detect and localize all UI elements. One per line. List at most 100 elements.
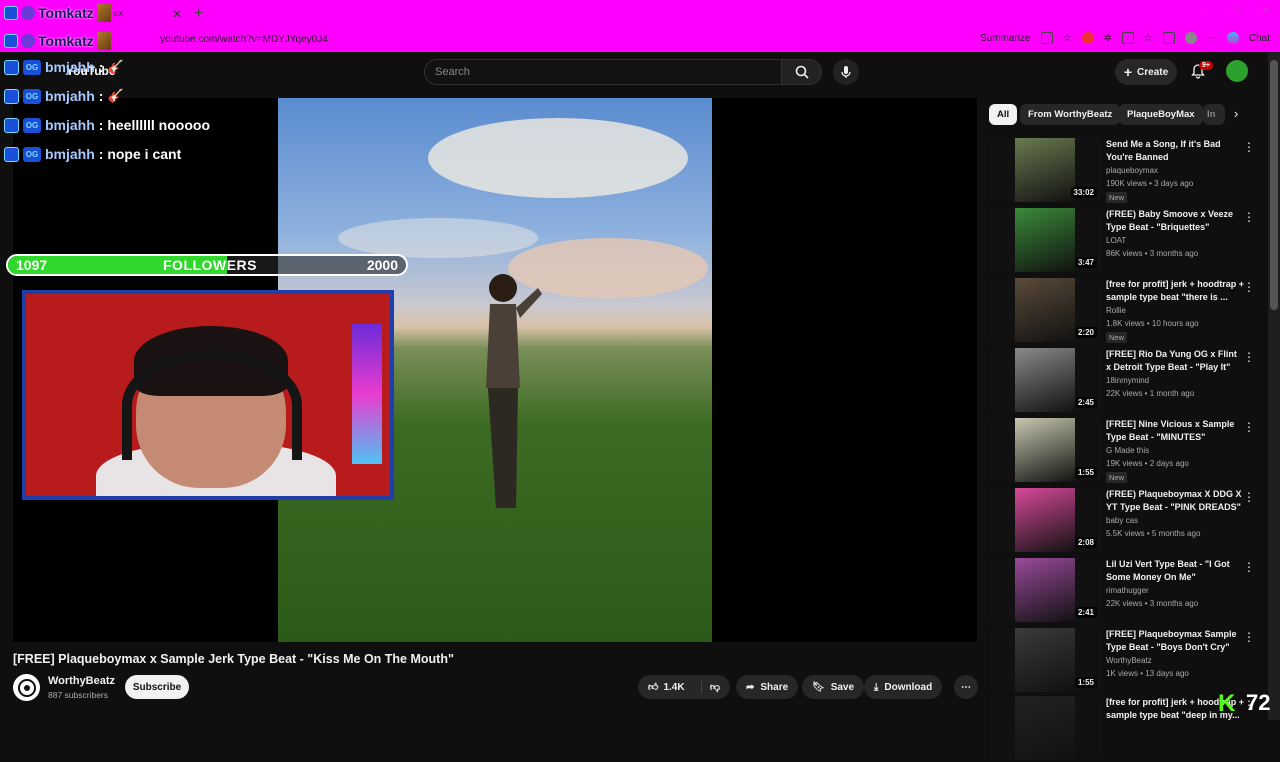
channel-avatar[interactable]	[13, 674, 40, 701]
download-label: Download	[884, 681, 933, 693]
video-thumbnail[interactable]	[989, 696, 1101, 760]
recommendation-title[interactable]: [FREE] Nine Vicious x Sample Type Beat -…	[1106, 418, 1244, 444]
recommendation-channel[interactable]: rimathugger	[1106, 586, 1149, 595]
chat-message: OG bmjahh: 🎸	[4, 88, 124, 104]
star-icon[interactable]: ☆	[1063, 33, 1072, 44]
recommendation-title[interactable]: [FREE] Rio Da Yung OG x Flint x Detroit …	[1106, 348, 1244, 374]
channel-name[interactable]: WorthyBeatz	[48, 675, 115, 687]
minimize-icon[interactable]: —	[1199, 6, 1209, 17]
download-button[interactable]: ⤓ Download	[864, 675, 943, 699]
voice-search-button[interactable]	[833, 59, 859, 85]
more-icon[interactable]: ⋯	[1207, 33, 1217, 44]
webcam-overlay	[22, 290, 394, 500]
account-avatar[interactable]	[1226, 60, 1248, 82]
collections-icon[interactable]	[1162, 32, 1175, 44]
recommendation-channel[interactable]: LOAT	[1106, 236, 1126, 245]
video-thumbnail[interactable]: 3:47	[989, 208, 1101, 272]
badge-icon	[4, 117, 19, 133]
video-thumbnail[interactable]: 33:02	[989, 138, 1101, 202]
create-button[interactable]: + Create	[1115, 59, 1177, 85]
url-field[interactable]: youtube.com/watch?v=MDYJYqey0J4	[160, 34, 328, 45]
recommendation-item[interactable]: 1:55 [FREE] Plaqueboymax Sample Type Beat…	[989, 628, 1259, 694]
recommendation-channel[interactable]: 18inmymind	[1106, 376, 1149, 385]
share-button[interactable]: ➦ Share	[736, 675, 799, 699]
tab-fragment: ax	[113, 8, 124, 18]
chat-user: bmjahh	[45, 146, 95, 162]
recommendation-item[interactable]: 2:45 [FREE] Rio Da Yung OG x Flint x Detr…	[989, 348, 1259, 414]
recommendation-channel[interactable]: Rollie	[1106, 306, 1126, 315]
recommendation-meta: 22K views • 3 months ago	[1106, 599, 1199, 608]
recommendation-item[interactable]: 2:41 Lil Uzi Vert Type Beat - "I Got Some…	[989, 558, 1259, 624]
recommendation-item[interactable]: 2:20 [free for profit] jerk + hoodtrap + …	[989, 278, 1259, 344]
chip-from-worthybeatz[interactable]: From WorthyBeatz	[1020, 104, 1121, 125]
sub-badge-icon: OG	[23, 59, 41, 75]
video-thumbnail[interactable]: 1:55	[989, 418, 1101, 482]
like-button[interactable]: 👍︎ 1.4K	[648, 681, 685, 694]
scrollbar-thumb[interactable]	[1270, 60, 1278, 310]
recommendation-channel[interactable]: WorthyBeatz	[1106, 656, 1152, 665]
chat-text: :	[98, 59, 104, 75]
translate-icon[interactable]	[1040, 32, 1053, 44]
recommendation-channel[interactable]: baby cas	[1106, 516, 1138, 525]
split-icon[interactable]	[1121, 32, 1134, 44]
chip-all[interactable]: All	[989, 104, 1018, 125]
close-window-icon[interactable]: ✕	[1262, 6, 1270, 17]
recommendation-title[interactable]: [FREE] Plaqueboymax Sample Type Beat - "…	[1106, 628, 1244, 654]
kebab-menu-icon[interactable]: ⋮	[1243, 210, 1255, 224]
search-input[interactable]: Search	[424, 59, 782, 85]
kebab-menu-icon[interactable]: ⋮	[1243, 560, 1255, 574]
adblock-icon[interactable]	[1081, 32, 1094, 44]
chip-in[interactable]: In	[1203, 104, 1225, 125]
follower-target: 2000	[366, 257, 398, 273]
kebab-menu-icon[interactable]: ⋮	[1243, 280, 1255, 294]
profile-icon[interactable]	[1184, 32, 1197, 44]
sub-badge-icon: OG	[23, 88, 41, 104]
kebab-menu-icon[interactable]: ⋮	[1243, 490, 1255, 504]
kebab-menu-icon[interactable]: ⋮	[1243, 420, 1255, 434]
new-tab-icon[interactable]: +	[194, 5, 203, 23]
thumbnail-image	[1015, 628, 1075, 692]
kebab-menu-icon[interactable]: ⋮	[1243, 350, 1255, 364]
chat-button[interactable]: Chat	[1249, 33, 1270, 44]
video-thumbnail[interactable]: 1:55	[989, 628, 1101, 692]
recommendation-title[interactable]: (FREE) Baby Smoove x Veeze Type Beat - "…	[1106, 208, 1244, 234]
chat-user: bmjahh	[45, 59, 95, 75]
summarize-button[interactable]: Summarize	[980, 33, 1031, 44]
chevron-right-icon[interactable]: ›	[1234, 106, 1238, 121]
video-thumbnail[interactable]: 2:08	[989, 488, 1101, 552]
cloud	[338, 218, 538, 258]
video-thumbnail[interactable]: 2:45	[989, 348, 1101, 412]
search-icon	[795, 65, 809, 79]
kebab-menu-icon[interactable]: ⋮	[1243, 140, 1255, 154]
chat-text: : nope i cant	[98, 146, 182, 162]
recommendation-channel[interactable]: plaqueboymax	[1106, 166, 1158, 175]
recommendation-item[interactable]: 3:47 (FREE) Baby Smoove x Veeze Type Beat…	[989, 208, 1259, 274]
dislike-button[interactable]: 👎︎	[700, 681, 720, 693]
subscribe-button[interactable]: Subscribe	[125, 675, 189, 699]
recommendation-title[interactable]: Send Me a Song, If it's Bad You're Banne…	[1106, 138, 1244, 164]
recommendation-title[interactable]: [free for profit] jerk + hoodtrap + samp…	[1106, 278, 1244, 304]
recommendation-item[interactable]: 2:08 (FREE) Plaqueboymax X DDG X YT Type …	[989, 488, 1259, 554]
follower-current: 1097	[16, 257, 48, 273]
recommendation-item[interactable]: 1:55 [FREE] Nine Vicious x Sample Type Be…	[989, 418, 1259, 484]
favorites-icon[interactable]: ☆	[1144, 33, 1153, 44]
recommendation-title[interactable]: (FREE) Plaqueboymax X DDG X YT Type Beat…	[1106, 488, 1244, 514]
close-tab-icon[interactable]: ✕	[172, 7, 182, 21]
kebab-menu-icon[interactable]: ⋮	[1243, 630, 1255, 644]
more-actions-button[interactable]: ⋯	[954, 675, 978, 699]
chip-plaqueboymax[interactable]: PlaqueBoyMax	[1119, 104, 1203, 125]
overlay-name: Tomkatz	[38, 33, 94, 49]
extensions-icon[interactable]: ✲	[1104, 33, 1112, 44]
subscriber-count: 887 subscribers	[48, 690, 109, 700]
video-thumbnail[interactable]: 2:41	[989, 558, 1101, 622]
recommendation-item[interactable]: 33:02 Send Me a Song, If it's Bad You're …	[989, 138, 1259, 204]
video-thumbnail[interactable]: 2:20	[989, 278, 1101, 342]
tab-title[interactable]: Tomkatz	[38, 5, 94, 21]
search-button[interactable]	[782, 59, 822, 85]
copilot-icon[interactable]	[1226, 32, 1239, 44]
save-button[interactable]: 🔖︎ Save	[802, 675, 865, 699]
thumbnail-image	[1015, 278, 1075, 342]
recommendation-channel[interactable]: G Made this	[1106, 446, 1149, 455]
recommendation-title[interactable]: Lil Uzi Vert Type Beat - "I Got Some Mon…	[1106, 558, 1244, 584]
maximize-icon[interactable]: ☐	[1231, 6, 1240, 17]
